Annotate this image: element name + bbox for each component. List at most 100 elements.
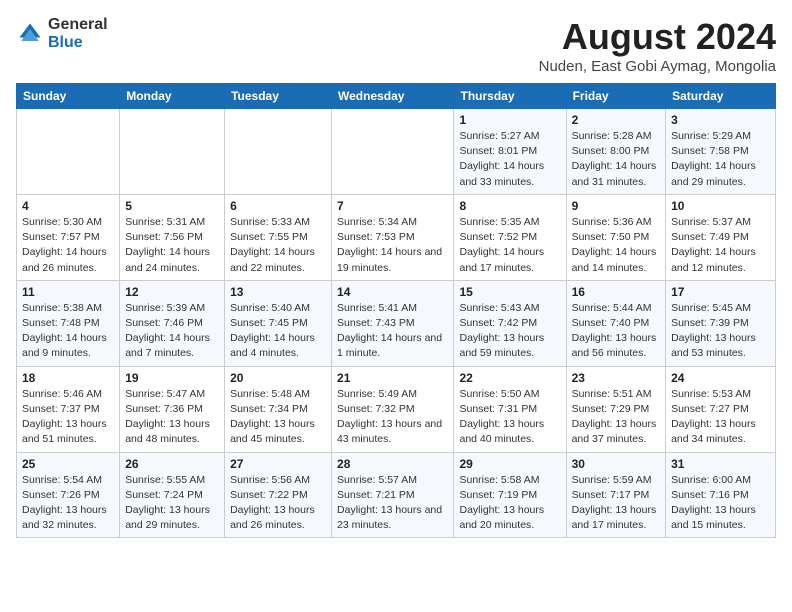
day-number: 16	[572, 285, 660, 299]
day-detail: Sunrise: 5:30 AM Sunset: 7:57 PM Dayligh…	[22, 215, 114, 276]
calendar-title: August 2024	[539, 16, 776, 58]
day-number: 15	[459, 285, 560, 299]
day-detail: Sunrise: 5:39 AM Sunset: 7:46 PM Dayligh…	[125, 301, 219, 362]
calendar-week-row: 25Sunrise: 5:54 AM Sunset: 7:26 PM Dayli…	[17, 452, 776, 538]
title-area: August 2024 Nuden, East Gobi Aymag, Mong…	[539, 16, 776, 75]
calendar-cell: 14 Sunrise: 5:41 AM Sunset: 7:43 PM Dayli…	[332, 280, 454, 366]
logo-general-text: General	[48, 16, 108, 34]
day-number: 27	[230, 457, 326, 471]
day-detail: Sunrise: 5:29 AM Sunset: 7:58 PM Dayligh…	[671, 129, 770, 190]
calendar-week-row: 18 Sunrise: 5:46 AM Sunset: 7:37 PM Dayli…	[17, 366, 776, 452]
logo-blue-text: Blue	[48, 34, 108, 52]
day-detail: Sunrise: 5:38 AM Sunset: 7:48 PM Dayligh…	[22, 301, 114, 362]
day-number: 4	[22, 199, 114, 213]
day-detail: Sunrise: 5:49 AM Sunset: 7:32 PM Dayligh…	[337, 387, 448, 448]
calendar-cell: 6Sunrise: 5:33 AM Sunset: 7:55 PM Daylig…	[225, 194, 332, 280]
day-number: 5	[125, 199, 219, 213]
calendar-cell: 4 Sunrise: 5:30 AM Sunset: 7:57 PM Daylig…	[17, 194, 120, 280]
day-detail: Sunrise: 5:47 AM Sunset: 7:36 PM Dayligh…	[125, 387, 219, 448]
day-number: 14	[337, 285, 448, 299]
day-of-week-header: Tuesday	[225, 84, 332, 109]
calendar-cell: 10 Sunrise: 5:37 AM Sunset: 7:49 PM Dayli…	[666, 194, 776, 280]
calendar-cell: 26 Sunrise: 5:55 AM Sunset: 7:24 PM Dayli…	[120, 452, 225, 538]
days-of-week-row: SundayMondayTuesdayWednesdayThursdayFrid…	[17, 84, 776, 109]
calendar-cell: 30 Sunrise: 5:59 AM Sunset: 7:17 PM Dayli…	[566, 452, 665, 538]
day-number: 8	[459, 199, 560, 213]
day-number: 29	[459, 457, 560, 471]
calendar-cell: 18 Sunrise: 5:46 AM Sunset: 7:37 PM Dayli…	[17, 366, 120, 452]
day-number: 17	[671, 285, 770, 299]
day-of-week-header: Monday	[120, 84, 225, 109]
calendar-cell: 29 Sunrise: 5:58 AM Sunset: 7:19 PM Dayli…	[454, 452, 566, 538]
calendar-cell: 21 Sunrise: 5:49 AM Sunset: 7:32 PM Dayli…	[332, 366, 454, 452]
calendar-table: SundayMondayTuesdayWednesdayThursdayFrid…	[16, 83, 776, 538]
calendar-cell: 12 Sunrise: 5:39 AM Sunset: 7:46 PM Dayli…	[120, 280, 225, 366]
calendar-cell: 9 Sunrise: 5:36 AM Sunset: 7:50 PM Daylig…	[566, 194, 665, 280]
calendar-week-row: 11 Sunrise: 5:38 AM Sunset: 7:48 PM Dayli…	[17, 280, 776, 366]
day-detail: Sunrise: 5:27 AM Sunset: 8:01 PM Dayligh…	[459, 129, 560, 190]
day-number: 10	[671, 199, 770, 213]
day-detail: Sunrise: 5:55 AM Sunset: 7:24 PM Dayligh…	[125, 473, 219, 534]
day-detail: Sunrise: 5:41 AM Sunset: 7:43 PM Dayligh…	[337, 301, 448, 362]
calendar-cell	[17, 109, 120, 195]
calendar-cell: 11 Sunrise: 5:38 AM Sunset: 7:48 PM Dayli…	[17, 280, 120, 366]
day-detail: Sunrise: 5:56 AM Sunset: 7:22 PM Dayligh…	[230, 473, 326, 534]
day-number: 7	[337, 199, 448, 213]
day-detail: Sunrise: 5:35 AM Sunset: 7:52 PM Dayligh…	[459, 215, 560, 276]
calendar-cell	[332, 109, 454, 195]
calendar-cell: 15 Sunrise: 5:43 AM Sunset: 7:42 PM Dayli…	[454, 280, 566, 366]
day-number: 11	[22, 285, 114, 299]
day-detail: Sunrise: 5:43 AM Sunset: 7:42 PM Dayligh…	[459, 301, 560, 362]
day-number: 25	[22, 457, 114, 471]
day-detail: Sunrise: 5:31 AM Sunset: 7:56 PM Dayligh…	[125, 215, 219, 276]
day-detail: Sunrise: 5:36 AM Sunset: 7:50 PM Dayligh…	[572, 215, 660, 276]
calendar-cell: 7 Sunrise: 5:34 AM Sunset: 7:53 PM Daylig…	[332, 194, 454, 280]
day-number: 9	[572, 199, 660, 213]
day-number: 26	[125, 457, 219, 471]
calendar-cell: 2Sunrise: 5:28 AM Sunset: 8:00 PM Daylig…	[566, 109, 665, 195]
calendar-cell: 27 Sunrise: 5:56 AM Sunset: 7:22 PM Dayli…	[225, 452, 332, 538]
day-detail: Sunrise: 5:37 AM Sunset: 7:49 PM Dayligh…	[671, 215, 770, 276]
day-number: 3	[671, 113, 770, 127]
day-detail: Sunrise: 5:58 AM Sunset: 7:19 PM Dayligh…	[459, 473, 560, 534]
day-number: 12	[125, 285, 219, 299]
calendar-cell: 19Sunrise: 5:47 AM Sunset: 7:36 PM Dayli…	[120, 366, 225, 452]
day-detail: Sunrise: 5:51 AM Sunset: 7:29 PM Dayligh…	[572, 387, 660, 448]
day-number: 21	[337, 371, 448, 385]
day-number: 31	[671, 457, 770, 471]
day-detail: Sunrise: 5:48 AM Sunset: 7:34 PM Dayligh…	[230, 387, 326, 448]
logo: General Blue	[16, 16, 108, 51]
day-detail: Sunrise: 5:46 AM Sunset: 7:37 PM Dayligh…	[22, 387, 114, 448]
day-of-week-header: Friday	[566, 84, 665, 109]
calendar-cell: 22Sunrise: 5:50 AM Sunset: 7:31 PM Dayli…	[454, 366, 566, 452]
day-detail: Sunrise: 5:57 AM Sunset: 7:21 PM Dayligh…	[337, 473, 448, 534]
calendar-cell: 23Sunrise: 5:51 AM Sunset: 7:29 PM Dayli…	[566, 366, 665, 452]
calendar-cell: 24 Sunrise: 5:53 AM Sunset: 7:27 PM Dayli…	[666, 366, 776, 452]
calendar-cell	[120, 109, 225, 195]
day-detail: Sunrise: 5:53 AM Sunset: 7:27 PM Dayligh…	[671, 387, 770, 448]
calendar-cell: 5 Sunrise: 5:31 AM Sunset: 7:56 PM Daylig…	[120, 194, 225, 280]
calendar-cell: 8 Sunrise: 5:35 AM Sunset: 7:52 PM Daylig…	[454, 194, 566, 280]
calendar-cell: 28 Sunrise: 5:57 AM Sunset: 7:21 PM Dayli…	[332, 452, 454, 538]
day-number: 30	[572, 457, 660, 471]
day-detail: Sunrise: 5:34 AM Sunset: 7:53 PM Dayligh…	[337, 215, 448, 276]
day-detail: Sunrise: 5:50 AM Sunset: 7:31 PM Dayligh…	[459, 387, 560, 448]
day-of-week-header: Saturday	[666, 84, 776, 109]
logo-icon	[16, 20, 44, 48]
calendar-cell: 20Sunrise: 5:48 AM Sunset: 7:34 PM Dayli…	[225, 366, 332, 452]
calendar-cell: 3 Sunrise: 5:29 AM Sunset: 7:58 PM Daylig…	[666, 109, 776, 195]
day-number: 18	[22, 371, 114, 385]
day-detail: Sunrise: 5:28 AM Sunset: 8:00 PM Dayligh…	[572, 129, 660, 190]
day-of-week-header: Sunday	[17, 84, 120, 109]
calendar-cell: 17Sunrise: 5:45 AM Sunset: 7:39 PM Dayli…	[666, 280, 776, 366]
calendar-cell: 31 Sunrise: 6:00 AM Sunset: 7:16 PM Dayli…	[666, 452, 776, 538]
day-of-week-header: Wednesday	[332, 84, 454, 109]
day-detail: Sunrise: 5:59 AM Sunset: 7:17 PM Dayligh…	[572, 473, 660, 534]
calendar-subtitle: Nuden, East Gobi Aymag, Mongolia	[539, 58, 776, 75]
day-number: 1	[459, 113, 560, 127]
calendar-cell: 16Sunrise: 5:44 AM Sunset: 7:40 PM Dayli…	[566, 280, 665, 366]
day-number: 13	[230, 285, 326, 299]
day-detail: Sunrise: 6:00 AM Sunset: 7:16 PM Dayligh…	[671, 473, 770, 534]
day-number: 24	[671, 371, 770, 385]
day-number: 28	[337, 457, 448, 471]
